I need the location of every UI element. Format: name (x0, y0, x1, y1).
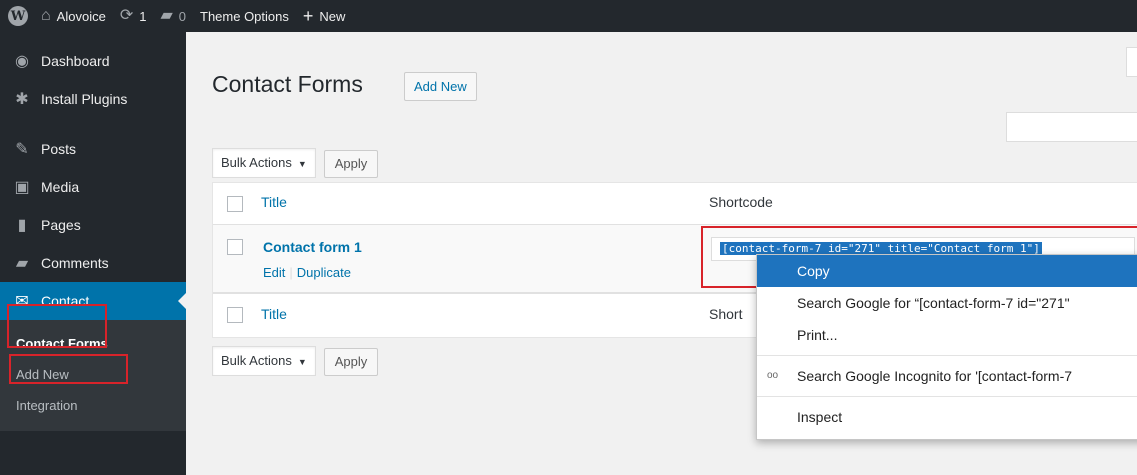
theme-options-link[interactable]: Theme Options (193, 0, 296, 32)
media-icon: ▣ (14, 179, 30, 196)
sidebar-item-pages[interactable]: ▮ Pages (0, 206, 186, 244)
context-separator (757, 396, 1137, 397)
row-actions: Edit | Duplicate (263, 265, 351, 280)
bulk-actions-select-bottom[interactable]: Bulk Actions ▼ (212, 346, 316, 376)
gear-icon: ✱ (15, 91, 29, 108)
contact-highlight-box (7, 304, 107, 348)
column-title-footer[interactable]: Title (261, 306, 287, 322)
bulk-actions-select[interactable]: Bulk Actions ▼ (212, 148, 316, 178)
separator: | (289, 265, 293, 280)
site-name-link[interactable]: ⌂ Alovoice (34, 0, 113, 32)
page-icon: ▮ (17, 217, 27, 234)
contact-forms-highlight-box (9, 354, 128, 384)
row-checkbox[interactable] (227, 239, 243, 255)
apply-button[interactable]: Apply (323, 150, 379, 178)
form-title-link[interactable]: Contact form 1 (263, 239, 362, 255)
duplicate-link[interactable]: Duplicate (297, 265, 351, 280)
home-icon: ⌂ (41, 7, 51, 24)
column-title-header[interactable]: Title (261, 194, 287, 210)
sidebar-item-comments[interactable]: ▰ Comments (0, 244, 186, 282)
comments-link[interactable]: ▰ 0 (153, 0, 193, 32)
add-new-button[interactable]: Add New (404, 72, 477, 101)
pin-icon: ✎ (15, 141, 29, 158)
context-print[interactable]: Print... (757, 319, 1137, 351)
select-all-footer-checkbox[interactable] (227, 307, 243, 323)
new-content-link[interactable]: + New (296, 0, 353, 32)
admin-sidebar: ◉ Dashboard ✱ Install Plugins ✎ Posts ▣ … (0, 32, 186, 475)
comment-icon: ▰ (15, 255, 29, 272)
tablenav-top: Bulk Actions ▼ Apply (212, 148, 379, 178)
caret-down-icon: ▼ (297, 159, 307, 169)
context-separator (757, 355, 1137, 356)
search-input[interactable] (1006, 112, 1137, 142)
tablenav-bottom: Bulk Actions ▼ Apply (212, 346, 379, 376)
edit-link[interactable]: Edit (263, 265, 285, 280)
submenu-item-integration[interactable]: Integration (0, 390, 186, 421)
column-shortcode-footer: Short (709, 306, 743, 322)
comment-icon: ▰ (160, 7, 173, 24)
incognito-icon: oo (767, 370, 779, 381)
apply-button-bottom[interactable]: Apply (323, 348, 379, 376)
sidebar-item-install-plugins[interactable]: ✱ Install Plugins (0, 80, 186, 118)
sidebar-item-posts[interactable]: ✎ Posts (0, 130, 186, 168)
context-search-google[interactable]: Search Google for “[contact-form-7 id="2… (757, 287, 1137, 319)
gauge-icon: ◉ (15, 53, 29, 70)
admin-bar: W ⌂ Alovoice ⟳ 1 ▰ 0 Theme Options + New (0, 0, 1137, 32)
select-all-checkbox[interactable] (227, 196, 243, 212)
sidebar-item-dashboard[interactable]: ◉ Dashboard (0, 42, 186, 80)
context-inspect[interactable]: Inspect (757, 401, 1137, 433)
sidebar-item-media[interactable]: ▣ Media (0, 168, 186, 206)
wordpress-logo-icon[interactable]: W (8, 6, 28, 26)
context-search-incognito[interactable]: oo Search Google Incognito for '[contact… (757, 360, 1137, 392)
plus-icon: + (302, 6, 314, 26)
context-copy[interactable]: Copy (757, 255, 1137, 287)
caret-down-icon: ▼ (297, 357, 307, 367)
updates-link[interactable]: ⟳ 1 (113, 0, 154, 32)
context-menu: Copy Search Google for “[contact-form-7 … (756, 254, 1137, 440)
table-header-row: Title Shortcode (213, 183, 1137, 225)
page-title: Contact Forms (212, 71, 363, 97)
refresh-icon: ⟳ (119, 7, 134, 24)
screen-options-box[interactable] (1126, 47, 1137, 77)
column-shortcode-header: Shortcode (709, 194, 773, 210)
